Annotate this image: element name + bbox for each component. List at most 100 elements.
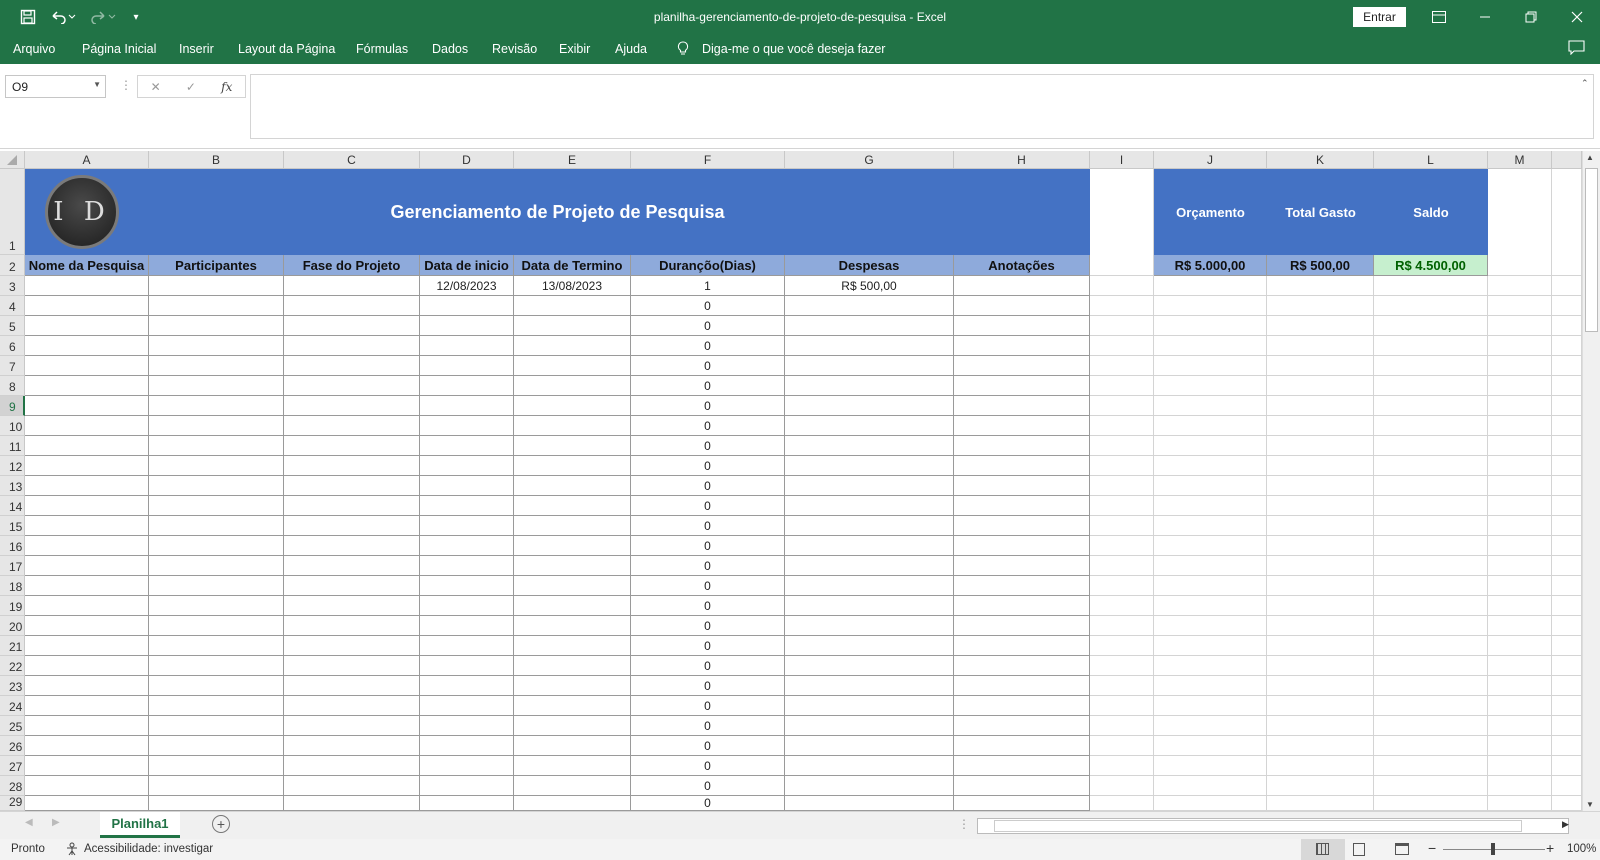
table-cell[interactable] bbox=[785, 436, 954, 456]
table-cell[interactable] bbox=[514, 316, 631, 336]
table-cell[interactable] bbox=[1267, 496, 1374, 516]
table-cell[interactable] bbox=[1374, 656, 1488, 676]
table-cell[interactable] bbox=[149, 396, 284, 416]
table-cell[interactable] bbox=[1374, 556, 1488, 576]
table-cell[interactable] bbox=[785, 496, 954, 516]
column-header-h[interactable]: H bbox=[954, 151, 1090, 169]
table-cell[interactable] bbox=[1488, 596, 1552, 616]
table-cell[interactable] bbox=[1488, 716, 1552, 736]
select-all-corner[interactable] bbox=[0, 151, 25, 169]
table-cell[interactable] bbox=[420, 496, 514, 516]
row-header[interactable]: 14 bbox=[0, 496, 25, 516]
table-cell[interactable] bbox=[25, 776, 149, 796]
table-cell[interactable] bbox=[1552, 536, 1582, 556]
table-cell[interactable] bbox=[25, 656, 149, 676]
horizontal-scroll-thumb[interactable] bbox=[994, 820, 1522, 832]
table-cell[interactable] bbox=[420, 656, 514, 676]
row-header[interactable]: 6 bbox=[0, 336, 25, 356]
row-header[interactable]: 3 bbox=[0, 276, 25, 296]
table-cell[interactable] bbox=[25, 336, 149, 356]
table-cell[interactable]: 0 bbox=[631, 636, 785, 656]
table-cell[interactable] bbox=[514, 716, 631, 736]
table-cell[interactable] bbox=[785, 296, 954, 316]
column-header-m[interactable]: M bbox=[1488, 151, 1552, 169]
table-cell[interactable] bbox=[420, 316, 514, 336]
page-break-icon[interactable] bbox=[1395, 843, 1409, 855]
table-cell[interactable] bbox=[149, 716, 284, 736]
table-cell[interactable] bbox=[1374, 736, 1488, 756]
table-cell[interactable]: 0 bbox=[631, 496, 785, 516]
table-cell[interactable] bbox=[954, 476, 1090, 496]
table-cell[interactable] bbox=[954, 516, 1090, 536]
table-cell[interactable] bbox=[1488, 336, 1552, 356]
vertical-scroll-thumb[interactable] bbox=[1585, 168, 1598, 332]
customize-qat-icon[interactable]: ▾ bbox=[128, 0, 144, 34]
row-header[interactable]: 27 bbox=[0, 756, 25, 776]
table-cell[interactable] bbox=[149, 516, 284, 536]
table-cell[interactable] bbox=[420, 636, 514, 656]
table-cell[interactable] bbox=[785, 796, 954, 811]
name-box[interactable]: O9 ▼ bbox=[5, 75, 106, 98]
row-header[interactable]: 2 bbox=[0, 255, 25, 276]
table-cell[interactable] bbox=[284, 676, 420, 696]
table-cell[interactable] bbox=[1552, 616, 1582, 636]
table-cell[interactable] bbox=[1090, 456, 1154, 476]
table-cell[interactable] bbox=[1552, 496, 1582, 516]
table-cell[interactable] bbox=[1488, 616, 1552, 636]
save-icon[interactable] bbox=[18, 0, 38, 34]
column-title[interactable]: Durançõo(Dias) bbox=[631, 255, 785, 276]
table-cell[interactable] bbox=[1374, 276, 1488, 296]
table-cell[interactable] bbox=[1267, 636, 1374, 656]
table-cell[interactable] bbox=[284, 296, 420, 316]
ribbon-display-icon[interactable] bbox=[1416, 0, 1462, 34]
column-title[interactable]: Fase do Projeto bbox=[284, 255, 420, 276]
sign-in-button[interactable]: Entrar bbox=[1353, 7, 1406, 27]
table-cell[interactable] bbox=[149, 756, 284, 776]
table-cell[interactable] bbox=[25, 576, 149, 596]
table-cell[interactable] bbox=[1267, 676, 1374, 696]
table-cell[interactable] bbox=[284, 316, 420, 336]
table-cell[interactable] bbox=[1552, 316, 1582, 336]
table-cell[interactable] bbox=[1552, 556, 1582, 576]
table-cell[interactable] bbox=[1090, 296, 1154, 316]
column-title[interactable]: Despesas bbox=[785, 255, 954, 276]
table-cell[interactable]: 0 bbox=[631, 716, 785, 736]
table-cell[interactable] bbox=[284, 776, 420, 796]
table-cell[interactable] bbox=[1090, 169, 1154, 276]
table-cell[interactable] bbox=[954, 776, 1090, 796]
tab-pagina-inicial[interactable]: Página Inicial bbox=[82, 42, 156, 56]
table-cell[interactable] bbox=[1090, 616, 1154, 636]
table-cell[interactable] bbox=[1154, 436, 1267, 456]
table-cell[interactable] bbox=[1488, 796, 1552, 811]
table-cell[interactable] bbox=[514, 696, 631, 716]
table-cell[interactable] bbox=[514, 516, 631, 536]
table-cell[interactable] bbox=[1154, 276, 1267, 296]
logo-image[interactable]: I D bbox=[45, 175, 119, 249]
table-cell[interactable] bbox=[954, 416, 1090, 436]
table-cell[interactable] bbox=[420, 796, 514, 811]
table-cell[interactable] bbox=[1090, 776, 1154, 796]
page-layout-icon[interactable] bbox=[1353, 843, 1365, 856]
table-cell[interactable] bbox=[785, 316, 954, 336]
table-cell[interactable] bbox=[954, 596, 1090, 616]
table-cell[interactable] bbox=[514, 796, 631, 811]
table-cell[interactable] bbox=[149, 616, 284, 636]
table-cell[interactable] bbox=[1552, 576, 1582, 596]
table-cell[interactable] bbox=[1267, 476, 1374, 496]
column-title[interactable]: Participantes bbox=[149, 255, 284, 276]
tab-layout-da-pagina[interactable]: Layout da Página bbox=[238, 42, 335, 56]
table-cell[interactable] bbox=[1374, 676, 1488, 696]
table-cell[interactable] bbox=[1090, 676, 1154, 696]
table-cell[interactable] bbox=[420, 536, 514, 556]
column-title[interactable]: Anotações bbox=[954, 255, 1090, 276]
table-cell[interactable] bbox=[149, 676, 284, 696]
table-cell[interactable] bbox=[284, 636, 420, 656]
table-cell[interactable] bbox=[420, 416, 514, 436]
table-cell[interactable] bbox=[1154, 456, 1267, 476]
table-cell[interactable] bbox=[1090, 696, 1154, 716]
table-cell[interactable]: 0 bbox=[631, 596, 785, 616]
table-cell[interactable] bbox=[1090, 276, 1154, 296]
table-cell[interactable] bbox=[785, 356, 954, 376]
table-cell[interactable] bbox=[420, 296, 514, 316]
table-cell[interactable] bbox=[149, 316, 284, 336]
